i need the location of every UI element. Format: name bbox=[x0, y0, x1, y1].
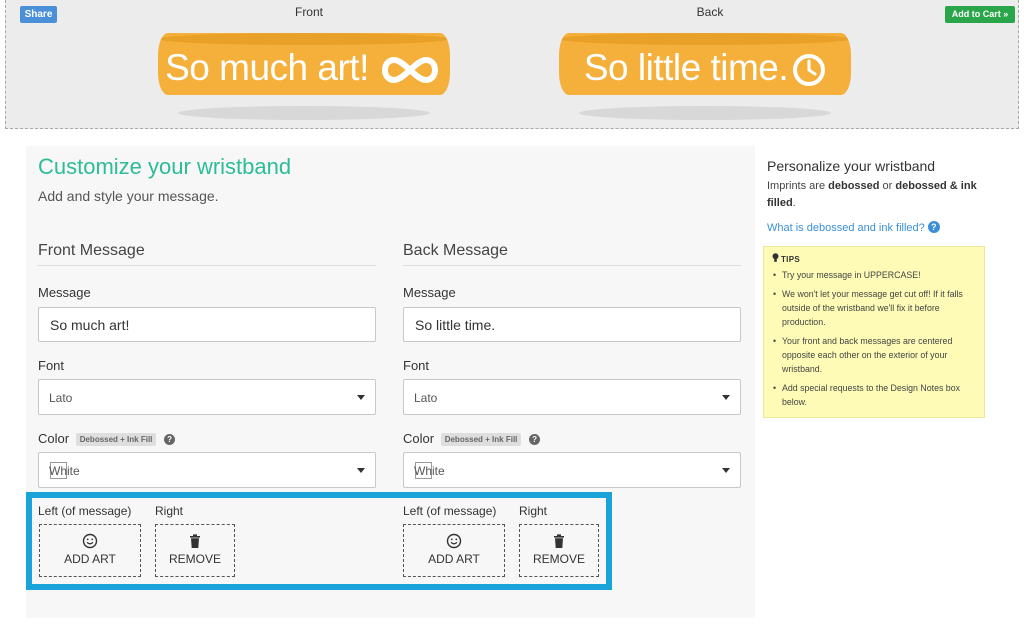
back-font-select[interactable]: Lato bbox=[403, 379, 741, 415]
front-add-art-label: ADD ART bbox=[64, 552, 116, 566]
sidebar-desc-bold-1: debossed bbox=[828, 180, 880, 192]
share-button[interactable]: Share bbox=[20, 6, 57, 23]
tips-list: Try your message in UPPERCASE! We won't … bbox=[772, 268, 976, 409]
smiley-icon bbox=[82, 533, 98, 549]
tips-heading-text: TIPS bbox=[781, 255, 800, 264]
back-color-value: White bbox=[414, 464, 445, 478]
back-color-label: Color bbox=[403, 431, 435, 446]
front-color-label-row: Color Debossed + Ink Fill ? bbox=[38, 431, 176, 447]
tip-item: Try your message in UPPERCASE! bbox=[772, 268, 976, 282]
chevron-down-icon bbox=[722, 395, 730, 400]
trash-icon bbox=[190, 534, 200, 548]
front-message-label: Message bbox=[38, 285, 91, 300]
front-band: So much art! bbox=[158, 33, 450, 120]
page-title: Customize your wristband bbox=[38, 154, 292, 179]
front-band-text: So much art! bbox=[165, 47, 369, 88]
sidebar-desc-2: or bbox=[879, 180, 896, 192]
back-remove-art-button[interactable]: REMOVE bbox=[519, 524, 599, 577]
front-left-art-label: Left (of message) bbox=[38, 504, 132, 518]
help-icon[interactable]: ? bbox=[529, 434, 541, 446]
back-divider bbox=[403, 265, 741, 266]
page-subtitle: Add and style your message. bbox=[38, 188, 219, 204]
smiley-icon bbox=[446, 533, 462, 549]
back-message-heading: Back Message bbox=[403, 242, 508, 259]
clock-icon bbox=[793, 54, 826, 87]
wristband-preview: Share Add to Cart » Front Back So much a… bbox=[5, 0, 1019, 129]
back-font-label: Font bbox=[403, 358, 430, 373]
front-divider bbox=[38, 265, 376, 266]
back-right-art-label: Right bbox=[519, 504, 548, 518]
front-color-select[interactable]: White bbox=[38, 452, 376, 488]
chevron-down-icon bbox=[722, 468, 730, 473]
lightbulb-icon bbox=[772, 253, 779, 262]
back-font-value: Lato bbox=[414, 391, 438, 405]
sidebar-title: Personalize your wristband bbox=[767, 158, 936, 174]
debossed-info-link-text[interactable]: What is debossed and ink filled? bbox=[767, 222, 925, 234]
back-color-badge: Debossed + Ink Fill bbox=[440, 433, 522, 447]
trash-icon bbox=[554, 534, 564, 548]
tips-heading: TIPS bbox=[772, 253, 976, 264]
front-right-art-label: Right bbox=[155, 504, 184, 518]
sidebar-desc-1: Imprints are bbox=[767, 180, 829, 192]
back-color-label-row: Color Debossed + Ink Fill ? bbox=[403, 431, 541, 447]
front-message-heading: Front Message bbox=[38, 242, 145, 259]
tips-box: TIPS Try your message in UPPERCASE! We w… bbox=[763, 246, 985, 418]
infinity-icon bbox=[381, 57, 438, 84]
tip-item: We won't let your message get cut off! I… bbox=[772, 287, 976, 329]
back-add-art-label: ADD ART bbox=[428, 552, 480, 566]
back-add-art-button[interactable]: ADD ART bbox=[403, 524, 505, 577]
back-left-art-label: Left (of message) bbox=[403, 504, 497, 518]
add-to-cart-button[interactable]: Add to Cart » bbox=[945, 6, 1015, 23]
front-message-input[interactable] bbox=[38, 307, 376, 342]
help-icon[interactable]: ? bbox=[164, 434, 176, 446]
tip-item: Your front and back messages are centere… bbox=[772, 334, 976, 376]
front-color-badge: Debossed + Ink Fill bbox=[75, 433, 157, 447]
front-color-label: Color bbox=[38, 431, 70, 446]
back-band: So little time. bbox=[559, 33, 851, 120]
front-add-art-button[interactable]: ADD ART bbox=[39, 524, 141, 577]
front-font-label: Font bbox=[38, 358, 65, 373]
sidebar-desc-3: . bbox=[792, 197, 796, 209]
chevron-down-icon bbox=[357, 468, 365, 473]
front-remove-label: REMOVE bbox=[168, 552, 221, 566]
debossed-info-link[interactable]: What is debossed and ink filled?? bbox=[767, 221, 940, 234]
back-message-label: Message bbox=[403, 285, 456, 300]
back-color-select[interactable]: White bbox=[403, 452, 741, 488]
tip-item: Add special requests to the Design Notes… bbox=[772, 381, 976, 409]
front-font-value: Lato bbox=[49, 391, 73, 405]
back-remove-label: REMOVE bbox=[532, 552, 585, 566]
front-remove-art-button[interactable]: REMOVE bbox=[155, 524, 235, 577]
question-icon[interactable]: ? bbox=[927, 221, 940, 233]
sidebar-description: Imprints are debossed or debossed & ink … bbox=[767, 178, 987, 212]
front-label: Front bbox=[294, 5, 323, 19]
back-band-text: So little time. bbox=[583, 47, 789, 88]
back-label: Back bbox=[696, 5, 724, 19]
back-message-input[interactable] bbox=[403, 307, 741, 342]
chevron-down-icon bbox=[357, 395, 365, 400]
front-font-select[interactable]: Lato bbox=[38, 379, 376, 415]
front-color-value: White bbox=[49, 464, 80, 478]
